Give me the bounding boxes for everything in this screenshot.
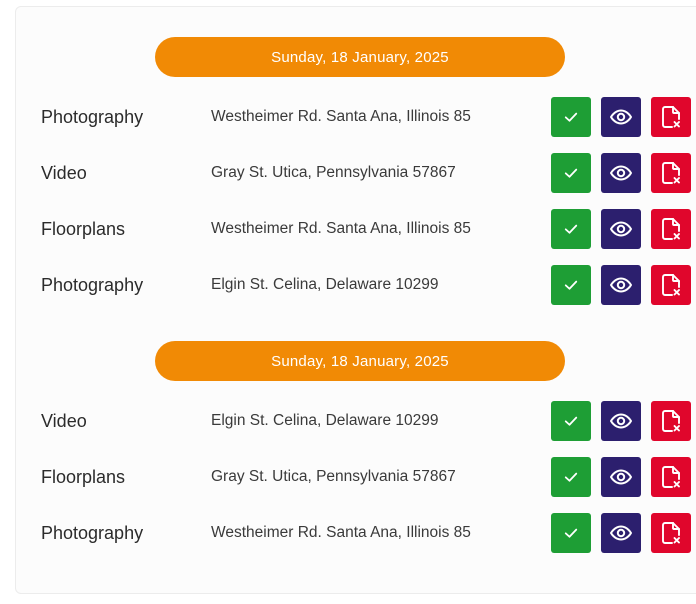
file-remove-icon	[660, 217, 682, 241]
eye-icon	[609, 217, 633, 241]
booking-address: Gray St. Utica, Pennsylvania 57867	[211, 164, 456, 181]
check-icon	[562, 108, 580, 126]
check-icon	[562, 468, 580, 486]
view-button[interactable]	[601, 209, 641, 249]
booking-address: Westheimer Rd. Santa Ana, Illinois 85	[211, 220, 471, 237]
service-type: Photography	[41, 107, 144, 127]
booking-address: Westheimer Rd. Santa Ana, Illinois 85	[211, 108, 471, 125]
booking-row: Photography Westheimer Rd. Santa Ana, Ill…	[16, 97, 696, 137]
date-header: Sunday, 18 January, 2025	[155, 37, 565, 77]
check-icon	[562, 220, 580, 238]
view-button[interactable]	[601, 153, 641, 193]
file-remove-icon	[660, 273, 682, 297]
view-button[interactable]	[601, 265, 641, 305]
booking-row: Photography Elgin St. Celina, Delaware 10…	[16, 265, 696, 305]
service-type: Video	[41, 163, 87, 183]
delete-button[interactable]	[651, 209, 691, 249]
eye-icon	[609, 105, 633, 129]
file-remove-icon	[660, 465, 682, 489]
approve-button[interactable]	[551, 97, 591, 137]
view-button[interactable]	[601, 457, 641, 497]
check-icon	[562, 164, 580, 182]
delete-button[interactable]	[651, 97, 691, 137]
eye-icon	[609, 273, 633, 297]
file-remove-icon	[660, 105, 682, 129]
view-button[interactable]	[601, 513, 641, 553]
date-header: Sunday, 18 January, 2025	[155, 341, 565, 381]
approve-button[interactable]	[551, 401, 591, 441]
check-icon	[562, 524, 580, 542]
file-remove-icon	[660, 521, 682, 545]
booking-address: Westheimer Rd. Santa Ana, Illinois 85	[211, 524, 471, 541]
file-remove-icon	[660, 409, 682, 433]
booking-row: Photography Westheimer Rd. Santa Ana, Ill…	[16, 513, 696, 553]
approve-button[interactable]	[551, 209, 591, 249]
booking-address: Elgin St. Celina, Delaware 10299	[211, 276, 439, 293]
booking-row: Floorplans Westheimer Rd. Santa Ana, Illi…	[16, 209, 696, 249]
file-remove-icon	[660, 161, 682, 185]
service-type: Video	[41, 411, 87, 431]
check-icon	[562, 412, 580, 430]
approve-button[interactable]	[551, 153, 591, 193]
eye-icon	[609, 465, 633, 489]
view-button[interactable]	[601, 401, 641, 441]
delete-button[interactable]	[651, 265, 691, 305]
booking-row: Video Elgin St. Celina, Delaware 10299	[16, 401, 696, 441]
approve-button[interactable]	[551, 513, 591, 553]
eye-icon	[609, 521, 633, 545]
service-type: Floorplans	[41, 467, 126, 487]
service-type: Floorplans	[41, 219, 126, 239]
eye-icon	[609, 409, 633, 433]
bookings-card: Sunday, 18 January, 2025 Photography Westh…	[15, 6, 696, 594]
booking-row: Video Gray St. Utica, Pennsylvania 57867	[16, 153, 696, 193]
delete-button[interactable]	[651, 457, 691, 497]
delete-button[interactable]	[651, 401, 691, 441]
service-type: Photography	[41, 523, 144, 543]
approve-button[interactable]	[551, 457, 591, 497]
delete-button[interactable]	[651, 153, 691, 193]
view-button[interactable]	[601, 97, 641, 137]
booking-address: Elgin St. Celina, Delaware 10299	[211, 412, 439, 429]
check-icon	[562, 276, 580, 294]
booking-address: Gray St. Utica, Pennsylvania 57867	[211, 468, 456, 485]
service-type: Photography	[41, 275, 144, 295]
delete-button[interactable]	[651, 513, 691, 553]
approve-button[interactable]	[551, 265, 591, 305]
eye-icon	[609, 161, 633, 185]
booking-row: Floorplans Gray St. Utica, Pennsylvania 5…	[16, 457, 696, 497]
